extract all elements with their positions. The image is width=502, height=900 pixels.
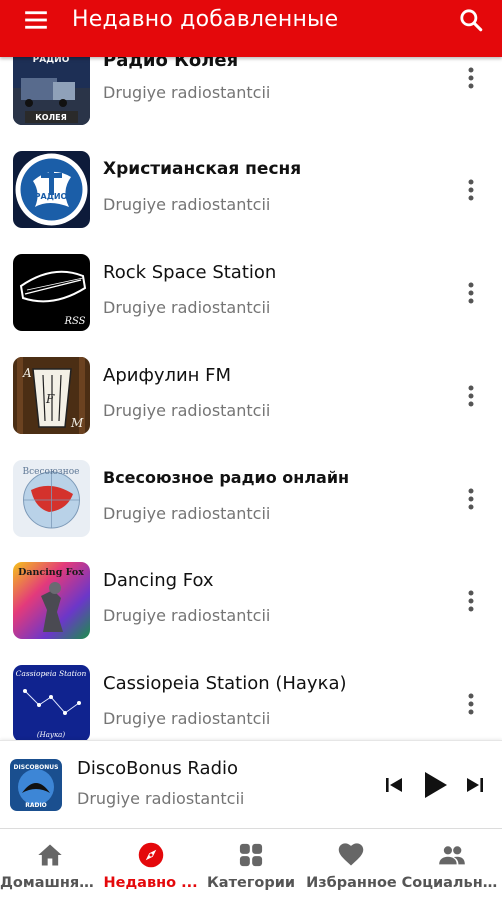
logo-text: RADIO [25,802,47,809]
station-name: Rock Space Station [103,262,277,283]
play-icon [425,772,447,798]
nav-label: Социальное [401,875,502,891]
station-logo: РАДИО [13,151,90,228]
list-item[interactable]: Cassiopeia Station (Наука) Cassiopeia St… [0,665,502,740]
player-station-name: DiscoBonus Radio [77,758,239,779]
station-category: Drugiye radiostantcii [103,504,271,523]
station-name: Dancing Fox [103,570,214,591]
more-options-button[interactable] [458,63,484,93]
logo-text: M [70,416,84,430]
skip-next-icon [467,778,483,792]
station-category: Drugiye radiostantcii [103,83,271,102]
station-logo: Всесоюзное [13,460,90,537]
logo-text: РАДИО [33,57,70,65]
nav-home[interactable]: Домашняя... [0,829,100,900]
more-vert-icon [468,282,474,304]
grid-icon [239,843,263,867]
station-category: Drugiye radiostantcii [103,298,271,317]
skip-previous-icon [386,778,402,792]
station-category: Drugiye radiostantcii [103,709,271,728]
list-item[interactable]: Всесоюзное Всесоюзное радио онлайн Drugi… [0,460,502,563]
play-button[interactable] [419,769,451,801]
nav-social[interactable]: Социальное [402,829,502,900]
more-options-button[interactable] [458,586,484,616]
player-station-category: Drugiye radiostantcii [77,789,245,808]
station-logo: Cassiopeia Station (Наука) [13,665,90,740]
search-icon [460,8,483,31]
more-options-button[interactable] [458,484,484,514]
logo-text: A [22,366,32,380]
more-vert-icon [468,179,474,201]
list-item[interactable]: Dancing Fox Dancing Fox Drugiye radiosta… [0,562,502,665]
skip-previous-button[interactable] [378,769,410,801]
station-logo: A F M [13,357,90,434]
station-name: Cassiopeia Station (Наука) [103,673,347,694]
heart-icon [339,843,364,866]
nav-label: Недавно ... [103,875,198,891]
station-category: Drugiye radiostantcii [103,401,271,420]
people-icon [438,846,465,865]
nav-label: Домашняя... [0,875,101,891]
more-options-button[interactable] [458,278,484,308]
logo-text: DISCOBONUS [14,764,59,771]
list-item[interactable]: RSS Rock Space Station Drugiye radiostan… [0,254,502,357]
station-logo: RSS [13,254,90,331]
station-list[interactable]: РАДИО КОЛЕЯ Радио Колея Drugiye radiosta… [0,57,502,740]
page-title: Недавно добавленные [72,7,339,32]
more-options-button[interactable] [458,381,484,411]
logo-text: РАДИО [35,192,68,201]
logo-text: Dancing Fox [18,567,84,578]
more-vert-icon [468,488,474,510]
more-vert-icon [468,67,474,89]
station-name: Всесоюзное радио онлайн [103,468,350,487]
station-logo: Dancing Fox [13,562,90,639]
more-vert-icon [468,693,474,715]
logo-text: КОЛЕЯ [35,113,67,122]
skip-next-button[interactable] [459,769,491,801]
home-icon [38,844,62,866]
nav-categories[interactable]: Категории [201,829,301,900]
nav-favorites[interactable]: Избранное [301,829,401,900]
mini-player[interactable]: DISCOBONUS RADIO DiscoBonus Radio Drugiy… [0,740,502,828]
list-item[interactable]: РАДИО КОЛЕЯ Радио Колея Drugiye radiosta… [0,57,502,151]
station-name: Христианская песня [103,159,302,179]
more-vert-icon [468,590,474,612]
list-item[interactable]: A F M Арифулин FM Drugiye radiostantcii [0,357,502,460]
player-station-logo: DISCOBONUS RADIO [10,759,62,811]
station-name: Радио Колея [103,57,239,71]
logo-text: (Наука) [37,731,65,739]
station-logo: РАДИО КОЛЕЯ [13,57,90,125]
logo-text: Cassiopeia Station [16,669,87,678]
logo-text: F [45,392,55,406]
nav-label: Категории [206,875,296,891]
more-options-button[interactable] [458,175,484,205]
menu-button[interactable] [0,0,72,48]
nav-recent[interactable]: Недавно ... [100,829,200,900]
search-button[interactable] [440,0,502,48]
nav-label: Избранное [306,875,397,891]
logo-text: Всесоюзное [23,467,80,477]
bottom-navigation: Домашняя... Недавно ... Категории Избран… [0,828,502,900]
hamburger-menu-icon [25,10,47,29]
logo-text: RSS [63,316,85,327]
more-vert-icon [468,385,474,407]
compass-icon [138,842,163,868]
station-category: Drugiye radiostantcii [103,195,271,214]
list-item[interactable]: РАДИО Христианская песня Drugiye radiost… [0,151,502,254]
app-bar: Недавно добавленные [0,0,502,57]
station-category: Drugiye radiostantcii [103,606,271,625]
more-options-button[interactable] [458,689,484,719]
station-name: Арифулин FM [103,365,232,386]
